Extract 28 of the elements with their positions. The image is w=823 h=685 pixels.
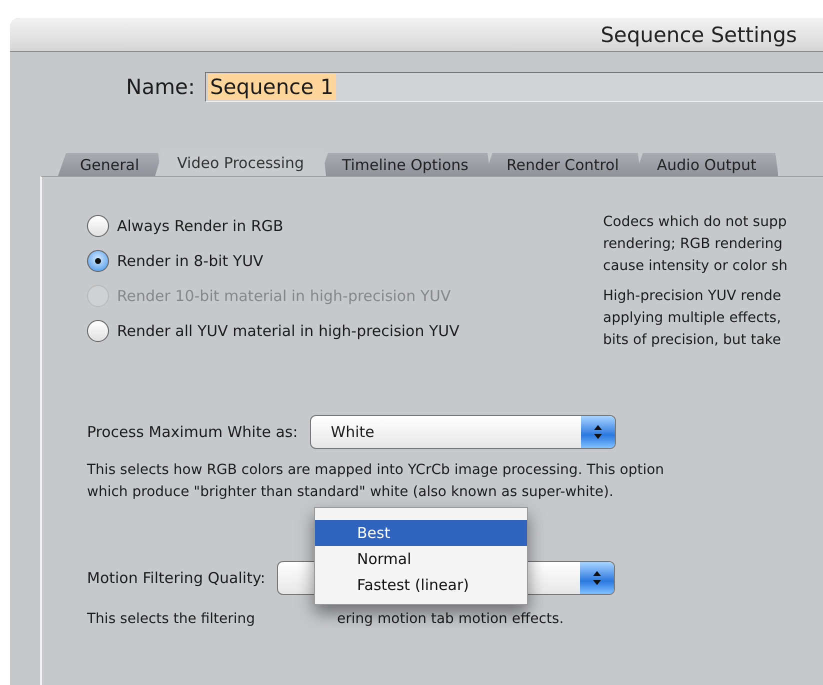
menu-item[interactable]: Normal [315, 546, 527, 572]
description-text: ering motion tab motion effects. [337, 610, 564, 629]
window-title: Sequence Settings [600, 22, 797, 46]
info-text: Codecs which do not supp [603, 213, 788, 232]
tab[interactable]: General [58, 153, 162, 176]
popup-select[interactable]: White [310, 415, 616, 449]
stepper-arrows-icon [592, 424, 603, 440]
menu-item[interactable]: Best [315, 520, 527, 546]
menu-item[interactable]: Fastest (linear) [315, 572, 527, 598]
description-text: This selects the filtering [87, 610, 256, 629]
process-maximum-label: Process Maximum White as: [87, 423, 298, 441]
motion-filtering-label: Motion Filtering Quality: [87, 569, 266, 587]
radio-button[interactable] [87, 215, 109, 237]
info-text: bits of precision, but take [603, 331, 782, 350]
info-text: cause intensity or color sh [603, 257, 788, 276]
radio-button[interactable] [87, 320, 109, 342]
info-text: High-precision YUV rende [603, 287, 782, 306]
info-text: applying multiple effects, [603, 309, 782, 328]
name-label: Name: [126, 75, 196, 99]
radio-option[interactable]: Always Render in RGB [87, 215, 539, 237]
info-text: rendering; RGB rendering [603, 235, 784, 254]
radio-button[interactable] [87, 250, 109, 272]
name-field[interactable]: Sequence 1 [205, 72, 823, 102]
description-text: This selects how RGB colors are mapped into YCrCb image processing. This option [87, 461, 666, 480]
radio-option[interactable]: Render all YUV material in high-precision YUV [87, 320, 539, 342]
stepper-arrows-icon [592, 570, 602, 586]
description-text: which produce "brighter than standard" white (also known as super-white). [87, 483, 614, 502]
radio-option[interactable]: Render in 8-bit YUV [87, 250, 539, 272]
